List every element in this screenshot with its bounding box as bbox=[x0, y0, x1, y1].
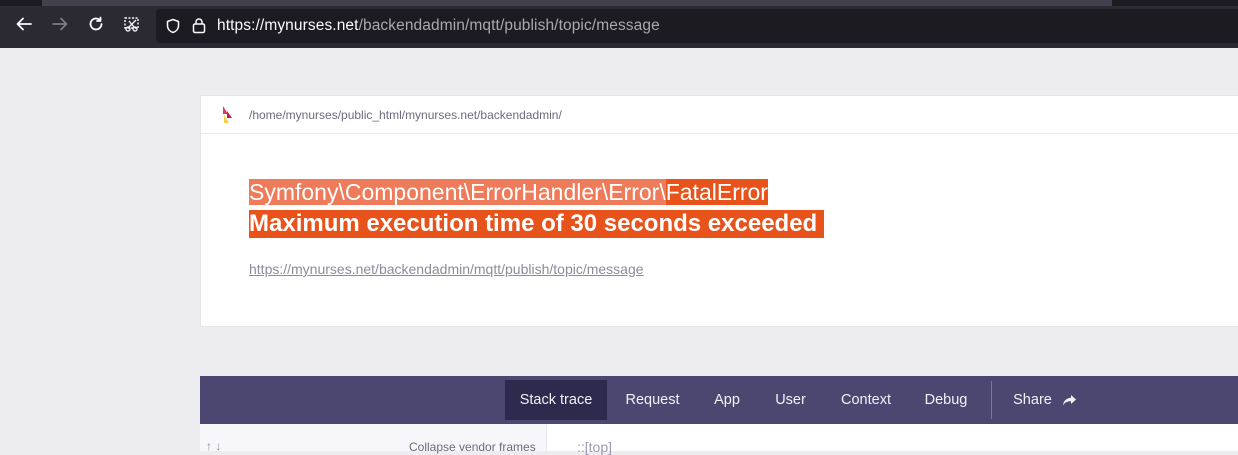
tab-stack-trace[interactable]: Stack trace bbox=[505, 380, 607, 420]
exception-name: FatalError bbox=[665, 179, 768, 205]
shield-icon[interactable] bbox=[165, 18, 181, 34]
browser-toolbar: https://mynurses.net/backendadmin/mqtt/p… bbox=[0, 0, 1238, 48]
frame-top-label: ::[top] bbox=[577, 439, 613, 455]
tab-user[interactable]: User bbox=[764, 380, 817, 420]
tab-context[interactable]: Context bbox=[832, 380, 900, 420]
url-text[interactable]: https://mynurses.net/backendadmin/mqtt/p… bbox=[217, 17, 660, 35]
tab-app[interactable]: App bbox=[703, 380, 751, 420]
active-tab-edge[interactable] bbox=[42, 0, 1112, 6]
share-icon bbox=[1062, 394, 1076, 406]
collapse-vendor-frames-button[interactable]: Collapse vendor frames bbox=[409, 440, 536, 454]
frames-sidebar: ↑ ↓ Collapse vendor frames bbox=[200, 424, 547, 454]
url-host: https://mynurses.net bbox=[217, 17, 359, 34]
exception-namespace: Symfony\Component\ErrorHandler\Error\ bbox=[249, 179, 666, 205]
tab-request[interactable]: Request bbox=[613, 380, 692, 420]
tab-divider bbox=[991, 381, 992, 419]
url-path: /backendadmin/mqtt/publish/topic/message bbox=[358, 17, 660, 34]
back-arrow-icon[interactable] bbox=[13, 13, 35, 35]
exception-class: Symfony\Component\ErrorHandler\Error\Fat… bbox=[249, 178, 768, 206]
exception-message: Maximum execution time of 30 seconds exc… bbox=[249, 210, 825, 238]
request-url-link[interactable]: https://mynurses.net/backendadmin/mqtt/p… bbox=[249, 261, 644, 277]
error-card-header: /home/mynurses/public_html/mynurses.net/… bbox=[201, 96, 1238, 134]
share-button[interactable]: Share bbox=[1006, 380, 1084, 420]
reload-icon[interactable] bbox=[85, 13, 107, 35]
screenshot-icon[interactable] bbox=[121, 13, 143, 35]
url-bar[interactable]: https://mynurses.net/backendadmin/mqtt/p… bbox=[156, 9, 1238, 43]
report-tabbar: Stack trace Request App User Context Deb… bbox=[200, 376, 1238, 424]
error-card: /home/mynurses/public_html/mynurses.net/… bbox=[200, 95, 1238, 327]
forward-arrow-icon[interactable] bbox=[49, 13, 71, 35]
ignition-logo-icon bbox=[223, 106, 232, 123]
stack-trace-panel: ↑ ↓ Collapse vendor frames ::[top] bbox=[200, 424, 1238, 455]
lock-icon[interactable] bbox=[192, 17, 206, 34]
share-label: Share bbox=[1013, 392, 1052, 408]
project-path: /home/mynurses/public_html/mynurses.net/… bbox=[249, 108, 562, 122]
tab-debug[interactable]: Debug bbox=[916, 380, 976, 420]
